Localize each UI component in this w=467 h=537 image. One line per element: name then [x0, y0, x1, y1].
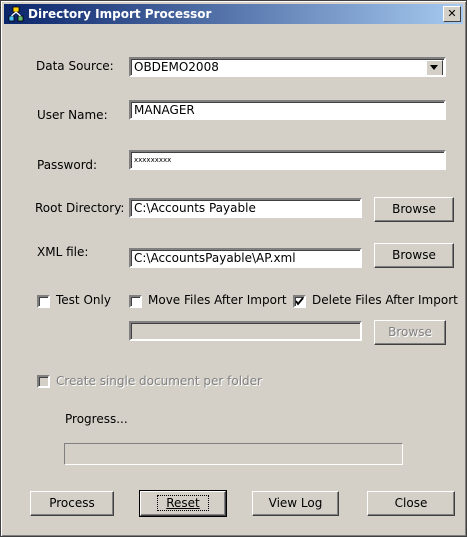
- move-browse-button: Browse: [374, 320, 446, 345]
- app-network-icon: [8, 6, 24, 22]
- xml-file-label: XML file:: [37, 245, 89, 259]
- progress-bar: [64, 443, 403, 465]
- delete-files-label[interactable]: Delete Files After Import: [312, 293, 458, 307]
- close-icon[interactable]: ✕: [443, 6, 461, 22]
- reset-label: Reset: [157, 495, 209, 511]
- dialog-window: Directory Import Processor ✕ Data Source…: [0, 0, 467, 537]
- user-name-label: User Name:: [37, 108, 108, 122]
- close-button[interactable]: Close: [367, 491, 455, 516]
- checkmark-icon: [295, 297, 304, 306]
- user-name-field[interactable]: MANAGER: [129, 100, 446, 120]
- single-document-label: Create single document per folder: [56, 374, 262, 388]
- delete-files-checkbox[interactable]: [293, 295, 306, 308]
- view-log-button[interactable]: View Log: [252, 491, 339, 516]
- move-destination-field: [129, 321, 362, 341]
- title-bar[interactable]: Directory Import Processor ✕: [4, 4, 463, 24]
- dropdown-arrow-icon[interactable]: [426, 60, 443, 75]
- test-only-checkbox[interactable]: [37, 295, 50, 308]
- single-document-checkbox: [37, 375, 50, 388]
- process-button[interactable]: Process: [30, 491, 114, 516]
- progress-label: Progress...: [65, 412, 128, 426]
- move-files-label[interactable]: Move Files After Import: [148, 293, 287, 307]
- xml-browse-button[interactable]: Browse: [374, 243, 454, 268]
- move-files-checkbox[interactable]: [129, 295, 142, 308]
- password-field[interactable]: xxxxxxxxx: [129, 150, 446, 170]
- data-source-value: OBDEMO2008: [134, 60, 219, 74]
- window-title: Directory Import Processor: [28, 7, 212, 21]
- reset-button[interactable]: Reset: [139, 490, 227, 517]
- root-directory-field[interactable]: C:\Accounts Payable: [129, 198, 362, 218]
- password-label: Password:: [37, 158, 98, 172]
- test-only-label[interactable]: Test Only: [56, 293, 111, 307]
- data-source-select[interactable]: OBDEMO2008: [129, 57, 446, 77]
- root-directory-label: Root Directory:: [35, 201, 125, 215]
- root-browse-button[interactable]: Browse: [374, 197, 454, 222]
- xml-file-field[interactable]: C:\AccountsPayable\AP.xml: [129, 248, 362, 268]
- data-source-label: Data Source:: [36, 59, 114, 73]
